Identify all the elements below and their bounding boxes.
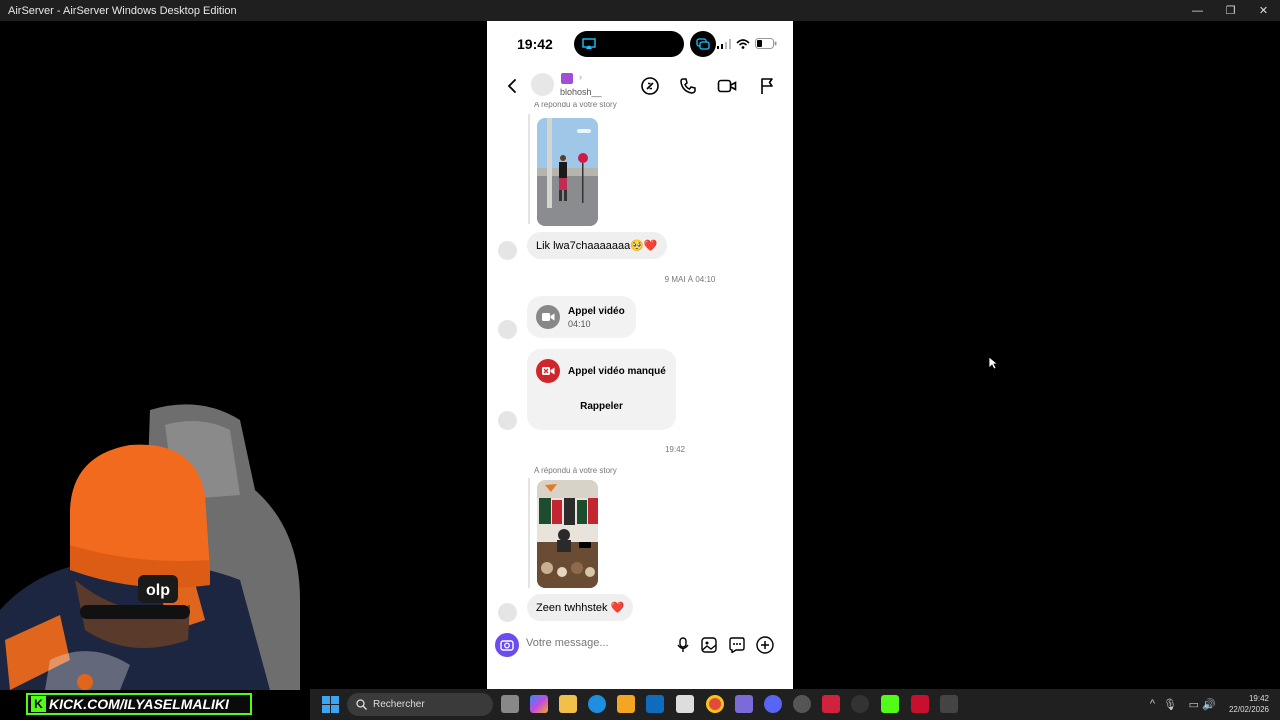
contact-avatar[interactable]: [498, 241, 517, 260]
chat-header: › blohosh__: [487, 71, 793, 101]
video-call-card[interactable]: Appel vidéo 04:10: [527, 296, 636, 338]
svg-text:olp: olp: [146, 582, 170, 599]
story-thumbnail[interactable]: [537, 118, 598, 226]
add-icon[interactable]: [754, 634, 776, 656]
timestamp: 19:42: [664, 445, 686, 454]
system-icons: [717, 38, 777, 49]
status-bar: 19:42: [487, 31, 793, 57]
minimize-button[interactable]: —: [1181, 0, 1214, 21]
maximize-button[interactable]: ❐: [1214, 0, 1247, 21]
game-icon[interactable]: [735, 695, 753, 713]
story-thumbnail[interactable]: [537, 480, 598, 588]
store-icon[interactable]: [617, 695, 635, 713]
airplay-icon: [582, 38, 596, 49]
window-titlebar: AirServer - AirServer Windows Desktop Ed…: [0, 0, 1280, 21]
clock-date: 22/02/2026: [1228, 705, 1269, 714]
search-icon: [356, 699, 367, 710]
mouse-cursor-icon: [988, 356, 998, 370]
phone-screen: 19:42 › blohosh__ A répondu à votre stor…: [487, 21, 793, 689]
reply-divider: [528, 478, 530, 588]
contact-avatar[interactable]: [498, 411, 517, 430]
close-button[interactable]: ✕: [1247, 0, 1280, 21]
call-time: 04:10: [568, 319, 591, 329]
chevron-up-icon[interactable]: ^: [1150, 698, 1155, 710]
taskbar-search[interactable]: Rechercher: [347, 693, 493, 716]
file-explorer-icon[interactable]: [559, 695, 577, 713]
back-icon[interactable]: [499, 73, 525, 99]
dynamic-island: [574, 31, 684, 57]
status-time: 19:42: [517, 36, 553, 52]
contact-avatar[interactable]: [498, 320, 517, 339]
obs-icon[interactable]: [851, 695, 869, 713]
call-title: Appel vidéo: [568, 306, 625, 317]
outlook-icon[interactable]: [646, 695, 664, 713]
task-view-icon[interactable]: [501, 695, 519, 713]
gallery-icon[interactable]: [698, 634, 720, 656]
avatar[interactable]: [531, 73, 554, 96]
search-label: Rechercher: [373, 699, 425, 710]
camera-icon: [500, 640, 514, 651]
flag-icon[interactable]: [754, 73, 780, 99]
missed-video-call-icon: [536, 359, 560, 383]
kick-channel-banner: K KICK.COM/ILYASELMALIKI: [26, 693, 252, 715]
phone-call-icon[interactable]: [675, 73, 701, 99]
airserver-icon[interactable]: [676, 695, 694, 713]
streamer-webcam: olp: [0, 404, 300, 690]
windows-taskbar: Rechercher ^ 🎙 ▭ 🔊 19:42 22/02/2026: [310, 689, 1280, 720]
network-icon[interactable]: ▭: [1189, 698, 1199, 711]
battery-icon: [755, 38, 777, 49]
wifi-icon: [736, 38, 750, 49]
camera-button[interactable]: [495, 633, 519, 657]
microphone-tray-icon[interactable]: 🎙: [1163, 698, 1177, 711]
message-input[interactable]: Votre message...: [526, 637, 609, 649]
clock-time: 19:42: [1248, 694, 1269, 703]
steam-icon[interactable]: [793, 695, 811, 713]
link-icon[interactable]: [637, 73, 663, 99]
window-controls: — ❐ ✕: [1181, 0, 1280, 21]
microphone-icon[interactable]: [672, 634, 694, 656]
app-window-icon[interactable]: [940, 695, 958, 713]
app-a-icon[interactable]: [822, 695, 840, 713]
replied-story-label: A répondu à votre story: [534, 466, 617, 475]
app-news-icon[interactable]: [911, 695, 929, 713]
chevron-right-icon: ›: [579, 72, 582, 82]
signal-icon: [717, 38, 731, 49]
message-composer: Votre message...: [493, 631, 787, 661]
windows-icon: [322, 696, 339, 713]
profile-badge-icon: [561, 73, 573, 84]
edge-icon[interactable]: [588, 695, 606, 713]
missed-call-title: Appel vidéo manqué: [568, 366, 666, 377]
kick-logo-icon: K: [31, 696, 46, 712]
screen-mirror-indicator: [690, 31, 716, 57]
discord-icon[interactable]: [764, 695, 782, 713]
message-thread: A répondu à votre story Lik lwa7chaaaaaa…: [487, 102, 793, 631]
timestamp: 9 MAI À 04:10: [664, 275, 716, 284]
sticker-icon[interactable]: [726, 634, 748, 656]
missed-call-card: Appel vidéo manqué Rappeler: [527, 349, 676, 430]
reply-divider: [528, 114, 530, 224]
call-back-button[interactable]: Rappeler: [527, 401, 676, 412]
window-title: AirServer - AirServer Windows Desktop Ed…: [8, 4, 237, 17]
volume-icon[interactable]: 🔊: [1202, 698, 1216, 711]
video-call-icon[interactable]: [714, 73, 740, 99]
kick-app-icon[interactable]: [881, 695, 899, 713]
replied-story-label-partial: A répondu à votre story: [534, 102, 617, 109]
chrome-icon[interactable]: [706, 695, 724, 713]
contact-avatar[interactable]: [498, 603, 517, 622]
copilot-icon[interactable]: [530, 695, 548, 713]
mirror-icon: [696, 38, 710, 50]
kick-channel-url: KICK.COM/ILYASELMALIKI: [49, 696, 229, 712]
video-call-icon: [536, 305, 560, 329]
message-bubble: Zeen twhhstek ❤️: [527, 594, 634, 621]
taskbar-clock[interactable]: 19:42 22/02/2026: [1229, 693, 1269, 715]
start-button[interactable]: [322, 696, 339, 718]
message-bubble: Lik lwa7chaaaaaaa🥺❤️: [527, 232, 667, 259]
username[interactable]: blohosh__: [560, 87, 602, 97]
